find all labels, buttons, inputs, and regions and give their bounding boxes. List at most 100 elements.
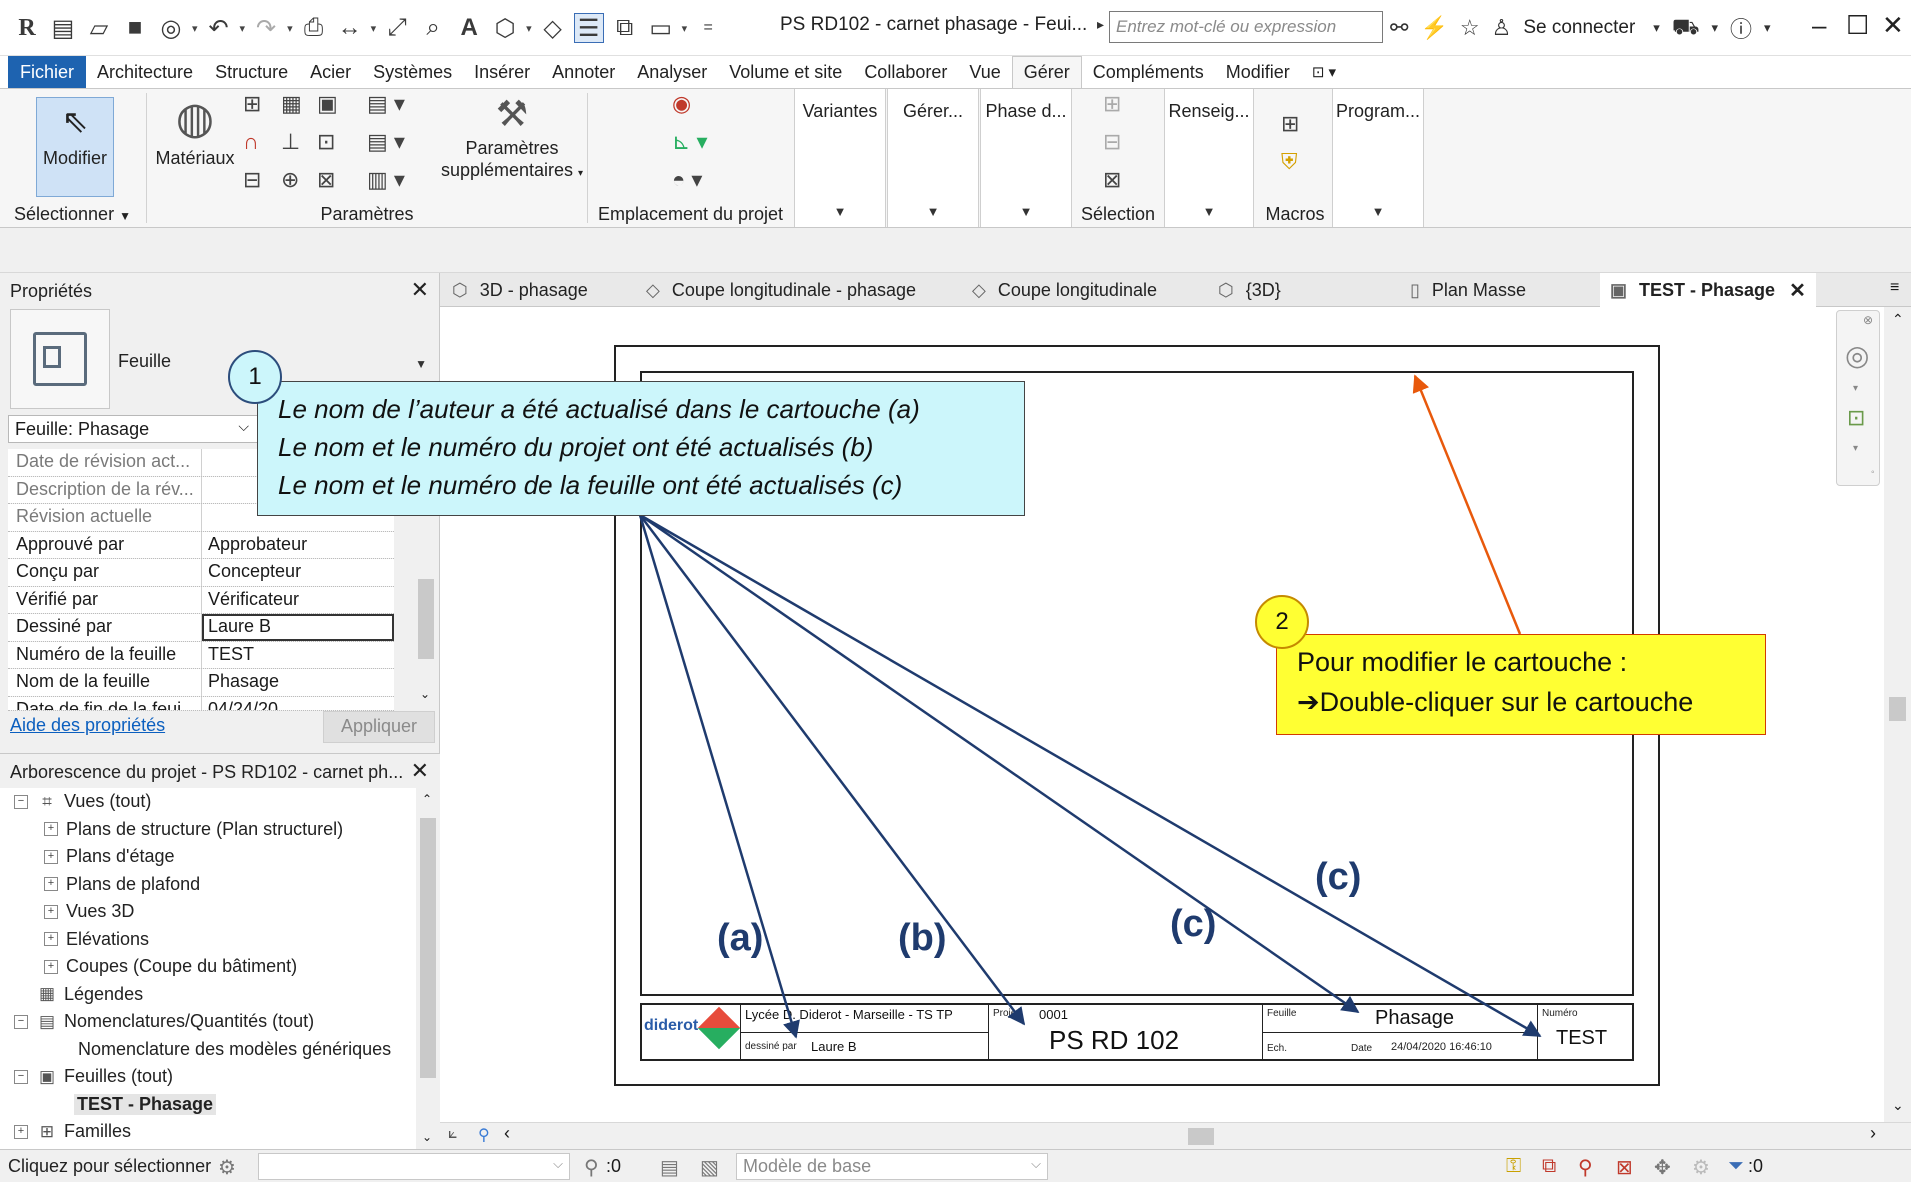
text-icon[interactable]: A (454, 13, 484, 43)
tree-item[interactable]: Nomenclature des modèles génériques (0, 1036, 416, 1064)
tab-collaborate[interactable]: Collaborer (853, 56, 958, 88)
collapse-icon[interactable]: − (14, 1014, 28, 1029)
close-icon[interactable]: ✕ (411, 758, 429, 784)
save-icon[interactable]: ■ (120, 13, 150, 43)
edit-selection-icon[interactable]: ⊠ (1103, 167, 1121, 193)
project-params-icon[interactable]: ⊥ (281, 129, 300, 155)
property-value[interactable]: Concepteur (202, 559, 394, 586)
design-options-icon[interactable]: ▤ (660, 1155, 679, 1180)
expand-icon[interactable]: + (44, 959, 58, 974)
property-row[interactable]: Conçu par Concepteur (8, 559, 394, 587)
tree-item-current-sheet[interactable]: TEST - Phasage (0, 1091, 416, 1119)
mep-settings-icon[interactable]: ▤ ▾ (367, 129, 405, 155)
chevron-down-icon[interactable]: ▾ (192, 22, 198, 35)
view-tab-3d[interactable]: ⬡ {3D} (1218, 273, 1281, 307)
chevron-down-icon[interactable]: ⌄ (420, 687, 430, 701)
chevron-down-icon[interactable]: ⌄ (422, 1130, 432, 1144)
snap-magnet-icon[interactable]: ∩ (243, 129, 259, 155)
tab-annotate[interactable]: Annoter (541, 56, 626, 88)
tab-addins[interactable]: Compléments (1082, 56, 1215, 88)
tab-file[interactable]: Fichier (8, 56, 87, 88)
cart-icon[interactable]: ⛟ (1672, 14, 1700, 43)
scrollbar-thumb[interactable] (1889, 697, 1906, 721)
property-value[interactable]: Phasage (202, 669, 394, 696)
shared-params-icon[interactable]: ⊟ (243, 167, 261, 193)
revit-logo-icon[interactable]: R (12, 13, 42, 43)
tab-modify[interactable]: Modifier (1215, 56, 1301, 88)
maximize-icon[interactable]: ☐ (1846, 10, 1869, 41)
inquiry-dropdown[interactable]: Renseig... ▼ (1164, 89, 1254, 227)
ribbon-options-icon[interactable]: ⊡ ▾ (1301, 56, 1347, 88)
3d-view-icon[interactable]: ⬡ (490, 13, 520, 43)
purge-icon[interactable]: ⊠ (317, 167, 335, 193)
main-model-icon[interactable]: ▧ (700, 1155, 719, 1180)
editing-requests-icon[interactable]: ⚲ (584, 1155, 599, 1180)
property-row[interactable]: Approuvé par Approbateur (8, 531, 394, 559)
tab-overflow-icon[interactable]: ≡ (1890, 279, 1899, 297)
object-styles-icon[interactable]: ⊞ (243, 91, 261, 117)
structural-settings-icon[interactable]: ▤ ▾ (367, 91, 405, 117)
view-control-icon[interactable]: ⟀ (448, 1125, 458, 1143)
tree-item[interactable]: + Plans de plafond (0, 871, 416, 899)
close-hidden-icon[interactable]: ⧉ (610, 13, 640, 43)
scrollbar-thumb[interactable] (418, 579, 434, 659)
chevron-down-icon[interactable]: ▾ (371, 22, 377, 35)
properties-help-link[interactable]: Aide des propriétés (10, 715, 165, 736)
select-pinned-icon[interactable]: ⚲ (1578, 1155, 1593, 1180)
switch-windows-icon[interactable]: ▭ (646, 13, 676, 43)
thin-lines-icon[interactable]: ☰ (573, 13, 604, 43)
snaps-icon[interactable]: ▦ (281, 91, 302, 117)
scrollbar-thumb[interactable] (1188, 1128, 1214, 1145)
additional-settings-button[interactable]: ⚒ Paramètres supplémentaires ▾ (437, 93, 587, 185)
property-row[interactable]: Numéro de la feuille TEST (8, 641, 394, 669)
global-params-icon[interactable]: ⊕ (281, 167, 299, 193)
close-icon[interactable]: ✕ (1789, 278, 1806, 303)
tree-item[interactable]: + Coupes (Coupe du bâtiment) (0, 953, 416, 981)
worksets-icon[interactable]: ⚙ (218, 1155, 236, 1180)
options-icon[interactable]: ◦ (1871, 467, 1875, 478)
chevron-down-icon[interactable]: ▾ (1853, 383, 1858, 394)
expand-icon[interactable]: + (44, 932, 58, 947)
drag-elements-icon[interactable]: ✥ (1654, 1155, 1671, 1180)
filter-icon[interactable]: ⏷ (1728, 1155, 1744, 1178)
tab-insert[interactable]: Insérer (463, 56, 541, 88)
transfer-standards-icon[interactable]: ⊡ (317, 129, 335, 155)
redo-icon[interactable]: ↷ (251, 13, 281, 43)
sign-in-link[interactable]: Se connecter (1523, 17, 1635, 39)
background-process-icon[interactable]: ⚙ (1692, 1155, 1710, 1180)
minimize-icon[interactable]: – (1812, 10, 1826, 41)
apply-button[interactable]: Appliquer (323, 711, 435, 743)
chevron-down-icon[interactable]: ⌄ (1892, 1097, 1904, 1114)
select-underlay-icon[interactable]: ⧉ (1542, 1155, 1556, 1178)
workset-dropdown[interactable]: ⌵ (258, 1153, 570, 1180)
steering-wheel-icon[interactable]: ◎ (1845, 339, 1869, 372)
chevron-up-icon[interactable]: ⌃ (422, 792, 432, 806)
drawn-by-field[interactable]: Laure B (202, 614, 394, 641)
browser-scrollbar[interactable]: ⌃ ⌄ (416, 788, 440, 1150)
tree-item-views[interactable]: − ⌗ Vues (tout) (0, 788, 416, 816)
tree-item-sheets[interactable]: − ▣ Feuilles (tout) (0, 1063, 416, 1091)
tab-view[interactable]: Vue (958, 56, 1011, 88)
sync-icon[interactable]: ◎ (156, 13, 186, 43)
chevron-down-icon[interactable]: ▾ (1653, 20, 1660, 36)
user-icon[interactable]: ♙ (1492, 15, 1512, 41)
property-value[interactable]: TEST (202, 641, 394, 668)
chevron-down-icon[interactable]: ▼ (415, 357, 427, 371)
instance-filter-dropdown[interactable]: Feuille: Phasage ⌵ (8, 415, 258, 443)
binoculars-icon[interactable]: ⚯ (1390, 15, 1408, 41)
property-value[interactable]: Vérificateur (202, 586, 394, 613)
collapse-icon[interactable]: − (14, 794, 28, 809)
search-input[interactable]: Entrez mot-clé ou expression (1109, 11, 1383, 43)
expand-icon[interactable]: + (44, 877, 58, 892)
modify-button[interactable]: ⇖ Modifier (36, 97, 114, 197)
save-selection-icon[interactable]: ⊞ (1103, 91, 1121, 117)
property-row[interactable]: Nom de la feuille Phasage (8, 669, 394, 697)
tree-item[interactable]: + Vues 3D (0, 898, 416, 926)
load-selection-icon[interactable]: ⊟ (1103, 129, 1121, 155)
expand-icon[interactable]: + (44, 904, 58, 919)
tab-structure[interactable]: Structure (204, 56, 299, 88)
tab-steel[interactable]: Acier (299, 56, 362, 88)
chevron-down-icon[interactable]: ▾ (1764, 20, 1771, 36)
property-value[interactable]: 04/24/20... (202, 696, 394, 710)
chevron-down-icon[interactable]: ▾ (1853, 443, 1858, 454)
